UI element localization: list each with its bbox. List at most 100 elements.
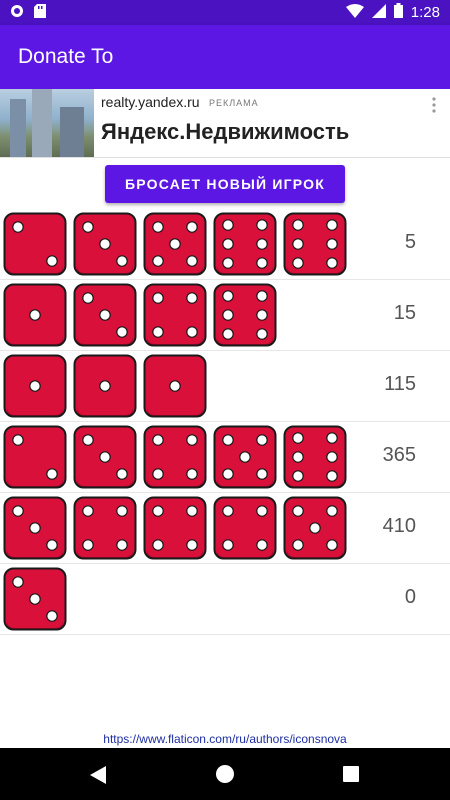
- die-pip: [222, 468, 234, 480]
- die-pip: [116, 326, 128, 338]
- die-body: [3, 425, 67, 489]
- die-face-3[interactable]: [73, 283, 137, 347]
- die-face-3[interactable]: [3, 496, 67, 560]
- die-pip: [292, 505, 304, 517]
- die-pip: [326, 505, 338, 517]
- die-pip: [256, 505, 268, 517]
- die-pip: [256, 328, 268, 340]
- row-score: 115: [384, 373, 416, 395]
- navigation-bar: [0, 748, 450, 800]
- die-face-2[interactable]: [3, 425, 67, 489]
- die-face-5[interactable]: [213, 425, 277, 489]
- die-pip: [256, 238, 268, 250]
- die-face-5[interactable]: [283, 496, 347, 560]
- die-body: [143, 496, 207, 560]
- die-face-6[interactable]: [213, 212, 277, 276]
- die-face-6[interactable]: [283, 212, 347, 276]
- die-pip: [169, 380, 181, 392]
- die-pip: [152, 468, 164, 480]
- row-score: 5: [404, 231, 416, 253]
- recents-icon[interactable]: [343, 766, 359, 787]
- die-pip: [222, 309, 234, 321]
- die-pip: [82, 434, 94, 446]
- dice-row: 410: [0, 493, 450, 564]
- die-face-1[interactable]: [3, 354, 67, 418]
- die-pip: [326, 451, 338, 463]
- die-pip: [186, 468, 198, 480]
- die-pip: [222, 238, 234, 250]
- die-pip: [186, 434, 198, 446]
- die-pip: [256, 219, 268, 231]
- die-pip: [222, 434, 234, 446]
- dice-row: 5: [0, 209, 450, 280]
- die-body: [213, 496, 277, 560]
- die-pip: [46, 610, 58, 622]
- ad-headline[interactable]: Яндекс.Недвижимость: [101, 119, 349, 145]
- new-player-button[interactable]: БРОСАЕТ НОВЫЙ ИГРОК: [105, 165, 345, 203]
- die-pip: [256, 539, 268, 551]
- die-face-4[interactable]: [143, 496, 207, 560]
- battery-icon: [393, 3, 403, 22]
- die-pip: [309, 522, 321, 534]
- signal-icon: [371, 3, 386, 22]
- die-pip: [152, 255, 164, 267]
- die-pip: [99, 380, 111, 392]
- die-pip: [82, 505, 94, 517]
- die-pip: [152, 505, 164, 517]
- die-pip: [99, 238, 111, 250]
- die-pip: [116, 505, 128, 517]
- die-face-3[interactable]: [73, 425, 137, 489]
- die-pip: [186, 221, 198, 233]
- die-face-2[interactable]: [3, 212, 67, 276]
- sd-card-icon: [34, 4, 46, 23]
- die-pip: [12, 434, 24, 446]
- die-pip: [222, 539, 234, 551]
- die-pip: [12, 505, 24, 517]
- row-score: 15: [393, 302, 416, 324]
- die-pip: [256, 309, 268, 321]
- die-pip: [222, 219, 234, 231]
- more-options-icon[interactable]: [430, 97, 438, 113]
- ad-banner[interactable]: realty.yandex.ru РЕКЛАМА Яндекс.Недвижим…: [0, 89, 450, 158]
- die-face-1[interactable]: [3, 283, 67, 347]
- die-pip: [152, 221, 164, 233]
- die-face-3[interactable]: [3, 567, 67, 631]
- die-body: [73, 496, 137, 560]
- ad-domain[interactable]: realty.yandex.ru: [101, 94, 200, 110]
- die-pip: [326, 238, 338, 250]
- home-icon[interactable]: [215, 764, 235, 789]
- die-pip: [222, 505, 234, 517]
- die-pip: [222, 257, 234, 269]
- dice-row: 115: [0, 351, 450, 422]
- die-pip: [186, 505, 198, 517]
- die-pip: [99, 451, 111, 463]
- die-face-5[interactable]: [143, 212, 207, 276]
- die-pip: [326, 539, 338, 551]
- die-pip: [292, 539, 304, 551]
- die-pip: [29, 380, 41, 392]
- die-face-4[interactable]: [143, 283, 207, 347]
- die-face-1[interactable]: [143, 354, 207, 418]
- die-pip: [29, 309, 41, 321]
- die-face-4[interactable]: [213, 496, 277, 560]
- notification-circle-icon: [10, 4, 24, 23]
- die-face-4[interactable]: [73, 496, 137, 560]
- die-pip: [82, 539, 94, 551]
- app-title: Donate To: [18, 45, 114, 68]
- die-pip: [256, 290, 268, 302]
- die-face-6[interactable]: [213, 283, 277, 347]
- die-face-1[interactable]: [73, 354, 137, 418]
- die-face-6[interactable]: [283, 425, 347, 489]
- app-bar: Donate To: [0, 25, 450, 89]
- ad-image[interactable]: [0, 89, 94, 157]
- die-pip: [326, 432, 338, 444]
- die-face-3[interactable]: [73, 212, 137, 276]
- ad-label: РЕКЛАМА: [209, 98, 259, 108]
- back-icon[interactable]: [90, 766, 106, 789]
- die-pip: [222, 328, 234, 340]
- credit-link[interactable]: https://www.flaticon.com/ru/authors/icon…: [0, 732, 450, 746]
- die-pip: [186, 292, 198, 304]
- die-body: [143, 425, 207, 489]
- die-pip: [152, 434, 164, 446]
- die-face-4[interactable]: [143, 425, 207, 489]
